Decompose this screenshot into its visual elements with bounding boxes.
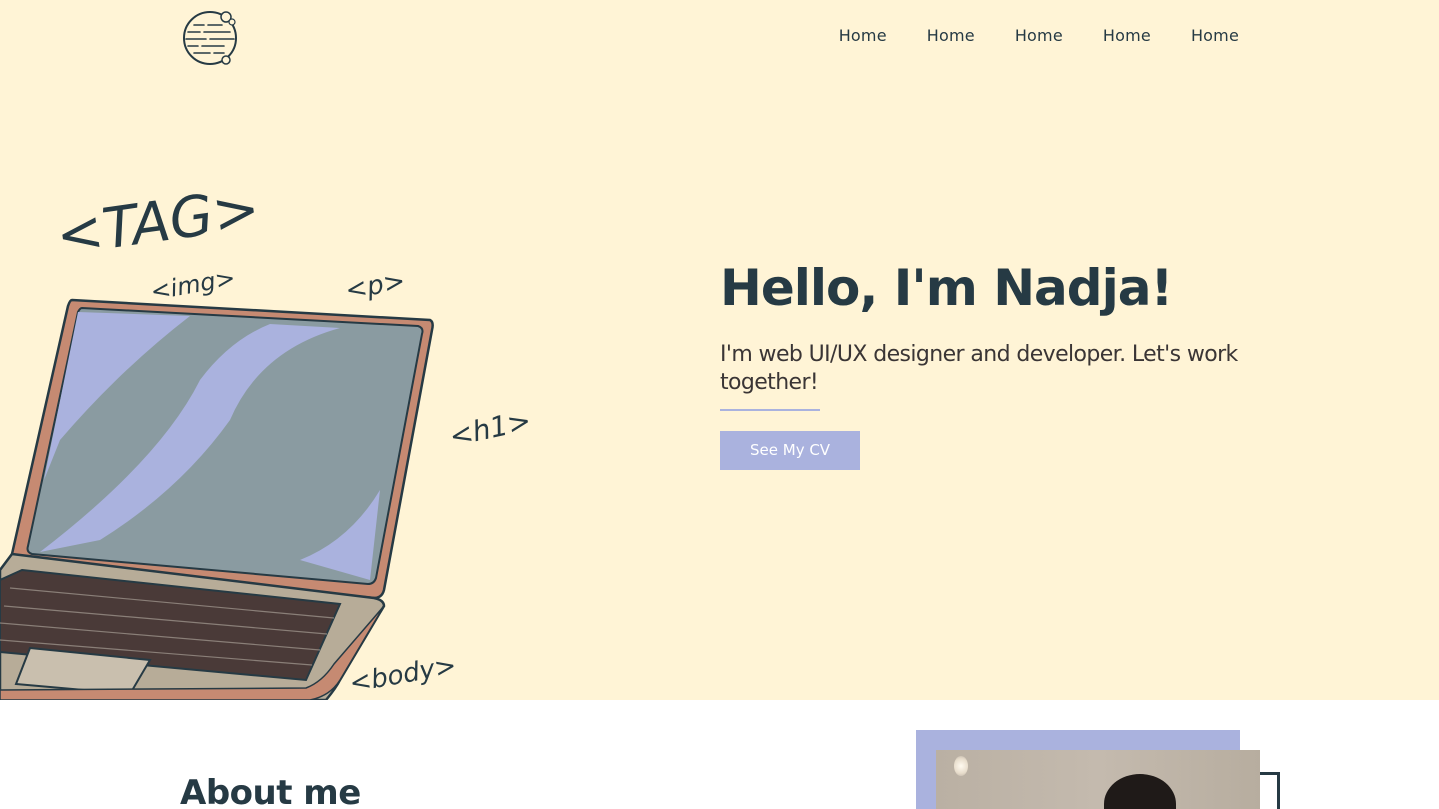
nav-item-home-2[interactable]: Home	[927, 24, 975, 48]
nav-item-home-4[interactable]: Home	[1103, 24, 1151, 48]
hero-section: Home Home Home Home Home <TAG> <img> <p>…	[0, 0, 1439, 700]
hero-text-block: Hello, I'm Nadja! I'm web UI/UX designer…	[720, 255, 1250, 470]
nav-item-home-5[interactable]: Home	[1191, 24, 1239, 48]
main-nav: Home Home Home Home Home	[839, 24, 1239, 48]
laptop-illustration: <TAG> <img> <p> <h1> <body>	[0, 176, 534, 700]
planet-logo-icon[interactable]	[180, 8, 242, 68]
tag-label-body: <body>	[347, 651, 458, 699]
hero-subtitle: I'm web UI/UX designer and developer. Le…	[720, 342, 1238, 395]
hero-title: Hello, I'm Nadja!	[720, 259, 1173, 317]
photo-person	[1104, 774, 1176, 809]
about-title: About me	[180, 773, 361, 809]
nav-item-home-3[interactable]: Home	[1015, 24, 1063, 48]
tag-label-img: <img>	[148, 264, 237, 306]
tag-label-tag: <TAG>	[52, 176, 264, 269]
tag-label-h1: <h1>	[446, 404, 534, 453]
nav-item-home-1[interactable]: Home	[839, 24, 887, 48]
see-my-cv-button[interactable]: See My CV	[720, 431, 861, 470]
hero-divider	[720, 409, 820, 411]
about-photo-block	[916, 730, 1286, 809]
photo-lamp	[954, 756, 968, 776]
profile-photo	[936, 750, 1260, 809]
tag-label-p: <p>	[343, 266, 407, 306]
